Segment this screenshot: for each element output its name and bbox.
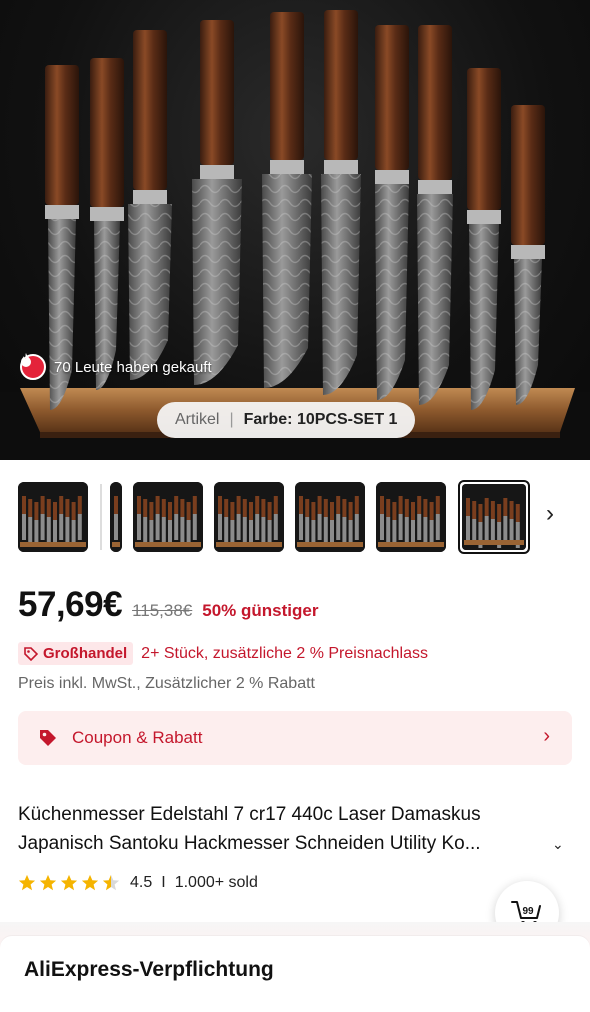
product-title-line-1: Küchenmesser Edelstahl 7 cr17 440c Laser…: [18, 804, 481, 825]
knife-6: [321, 10, 361, 395]
thumbnail-divider: [100, 484, 102, 550]
current-price: 57,69€: [18, 585, 123, 624]
sold-count: 1.000+ sold: [174, 874, 258, 891]
cart-badge: 99: [522, 906, 534, 917]
chevron-right-icon: ›: [543, 725, 550, 747]
knife-4: [192, 20, 242, 385]
thumbnail-strip: ›: [0, 478, 590, 556]
original-price: 115,38€: [132, 601, 193, 620]
tax-note: Preis inkl. MwSt., Zusätzlicher 2 % Raba…: [18, 675, 315, 692]
commitment-section[interactable]: AliExpress-Verpflichtung: [0, 936, 590, 1012]
coupon-label: Coupon & Rabatt: [72, 728, 203, 747]
coupon-tag-icon: [40, 730, 56, 746]
wholesale-row[interactable]: Großhandel 2+ Stück, zusätzliche 2 % Pre…: [18, 642, 428, 665]
star-icon: [60, 874, 78, 891]
chevron-right-icon[interactable]: ›: [540, 500, 560, 528]
thumbnail-3[interactable]: [214, 482, 284, 552]
wholesale-badge: Großhandel: [18, 642, 134, 665]
variant-label: Artikel: [175, 411, 220, 428]
thumbnail-1[interactable]: [18, 482, 88, 552]
sold-count-text: 70 Leute haben gekauft: [54, 358, 212, 376]
product-title[interactable]: Küchenmesser Edelstahl 7 cr17 440c Laser…: [18, 800, 568, 858]
product-title-line-2: Japanisch Santoku Hackmesser Schneiden U…: [18, 833, 481, 854]
thumbnail-5[interactable]: [376, 482, 446, 552]
variant-value: Farbe: 10PCS-SET 1: [243, 411, 398, 428]
price-row: 57,69€ 115,38€ 50% günstiger: [18, 585, 318, 625]
coupon-banner[interactable]: Coupon & Rabatt ›: [18, 711, 572, 765]
knife-2: [90, 58, 124, 390]
rating-row[interactable]: 4.5 I 1.000+ sold: [18, 874, 258, 892]
thumbnail-video[interactable]: [110, 482, 122, 552]
variant-selector-pill[interactable]: Artikel | Farbe: 10PCS-SET 1: [157, 402, 416, 438]
wholesale-badge-label: Großhandel: [43, 645, 128, 662]
knife-8: [417, 25, 453, 405]
sold-count-overlay: 70 Leute haben gekauft: [20, 353, 212, 381]
discount-label: 50% günstiger: [202, 601, 319, 620]
knife-3: [128, 30, 172, 380]
wholesale-text: 2+ Stück, zusätzliche 2 % Preisnachlass: [141, 644, 428, 662]
commitment-title: AliExpress-Verpflichtung: [24, 958, 274, 981]
knife-9: [467, 68, 501, 410]
tag-icon: [24, 646, 38, 661]
knife-5: [262, 12, 312, 388]
product-hero-image[interactable]: 70 Leute haben gekauft Artikel | Farbe: …: [0, 0, 590, 460]
rating-separator: I: [161, 874, 166, 891]
star-icon: [39, 874, 57, 891]
thumbnail-6-selected[interactable]: [458, 480, 530, 554]
variant-separator: |: [229, 411, 234, 428]
thumbnail-4[interactable]: [295, 482, 365, 552]
knife-10: [511, 105, 545, 405]
chevron-down-icon[interactable]: ⌄: [552, 836, 564, 853]
rating-value: 4.5: [130, 874, 153, 891]
thumbnail-2[interactable]: [133, 482, 203, 552]
knife-7: [375, 25, 409, 400]
knife-set-illustration: [0, 10, 590, 460]
star-icon: [18, 874, 36, 891]
star-icon: [81, 874, 99, 891]
star-half-icon: [102, 874, 120, 891]
fire-icon: [20, 353, 46, 380]
